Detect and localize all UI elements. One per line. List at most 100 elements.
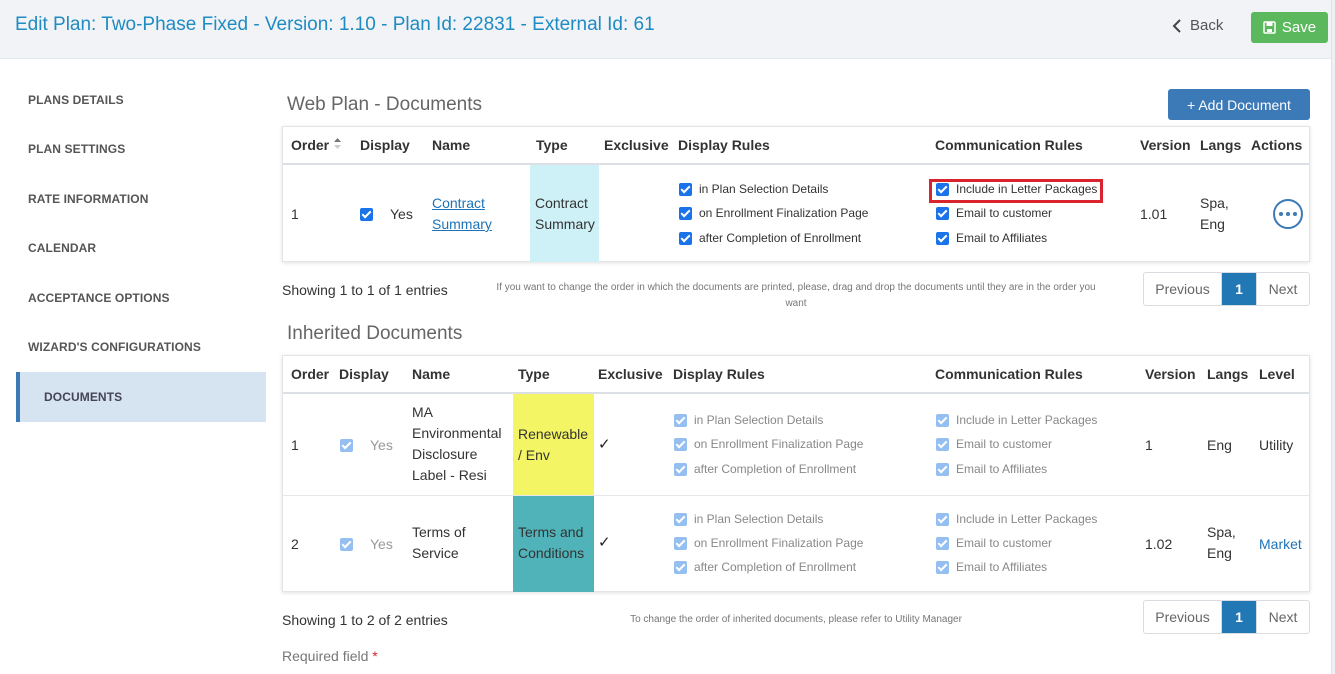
web-docs-table: Order Display Name Type Exclusive Displa… bbox=[282, 126, 1310, 262]
display-value: Yes bbox=[390, 206, 413, 222]
rule-checkbox[interactable] bbox=[936, 206, 949, 220]
divider bbox=[283, 163, 1309, 165]
sidebar-item-calendar[interactable]: CALENDAR bbox=[16, 224, 266, 274]
display-rule-enrollment-finalization[interactable]: on Enrollment Finalization Page bbox=[679, 206, 868, 220]
page-title: Edit Plan: Two-Phase Fixed - Version: 1.… bbox=[15, 14, 655, 35]
col-header-version: Version bbox=[1140, 137, 1191, 153]
sidebar-item-acceptance-options[interactable]: ACCEPTANCE OPTIONS bbox=[16, 273, 266, 323]
col-header-langs: Langs bbox=[1200, 137, 1242, 153]
divider bbox=[283, 495, 1309, 496]
rule-checkbox[interactable] bbox=[936, 231, 949, 245]
row-langs: Spa, Eng bbox=[1200, 193, 1229, 235]
save-button[interactable]: Save bbox=[1251, 12, 1328, 43]
display-rule-after-completion: after Completion of Enrollment bbox=[674, 560, 856, 574]
rule-checkbox bbox=[936, 512, 949, 526]
document-name-line: Contract bbox=[432, 195, 485, 211]
rule-checkbox bbox=[674, 560, 687, 574]
rule-label: Include in Letter Packages bbox=[956, 512, 1098, 526]
rule-label: in Plan Selection Details bbox=[699, 182, 829, 196]
document-name: MA Environmental Disclosure Label - Resi bbox=[412, 402, 502, 486]
comm-rule-email-affiliates[interactable]: Email to Affiliates bbox=[936, 231, 1047, 245]
sidebar-item-plans-details[interactable]: PLANS DETAILS bbox=[16, 75, 266, 125]
display-checkbox bbox=[340, 537, 353, 551]
row-level-link[interactable]: Market bbox=[1259, 536, 1302, 552]
sort-icon bbox=[334, 138, 342, 149]
col-header-communication-rules: Communication Rules bbox=[935, 366, 1083, 382]
langs-line: Spa, bbox=[1207, 524, 1236, 540]
rule-label: on Enrollment Finalization Page bbox=[694, 437, 864, 451]
display-rule-plan-selection[interactable]: in Plan Selection Details bbox=[679, 182, 828, 196]
add-document-button[interactable]: + Add Document bbox=[1168, 89, 1310, 120]
web-docs-title: Web Plan - Documents bbox=[287, 94, 483, 115]
ellipsis-icon bbox=[1293, 212, 1297, 216]
inherited-docs-pagination: Previous 1 Next bbox=[1143, 600, 1310, 634]
rule-label: Email to Affiliates bbox=[956, 231, 1048, 245]
display-rule-after-completion[interactable]: after Completion of Enrollment bbox=[679, 231, 861, 245]
type-line: / Env bbox=[518, 447, 550, 463]
row-order: 2 bbox=[291, 536, 299, 552]
comm-rule-email-affiliates: Email to Affiliates bbox=[936, 462, 1047, 476]
display-checkbox[interactable] bbox=[360, 207, 373, 221]
comm-rule-letter-packages[interactable]: Include in Letter Packages bbox=[936, 182, 1097, 196]
sidebar-item-wizards-configurations[interactable]: WIZARD'S CONFIGURATIONS bbox=[16, 323, 266, 373]
rule-label: Include in Letter Packages bbox=[956, 413, 1098, 427]
rule-checkbox[interactable] bbox=[936, 182, 949, 196]
document-name-link[interactable]: Contract Summary bbox=[432, 193, 492, 235]
col-header-actions: Actions bbox=[1251, 137, 1303, 153]
current-page-button[interactable]: 1 bbox=[1222, 601, 1256, 633]
comm-rule-email-affiliates: Email to Affiliates bbox=[936, 560, 1047, 574]
document-name-line: MA bbox=[412, 404, 433, 420]
web-docs-showing: Showing 1 to 1 of 1 entries bbox=[282, 282, 448, 298]
floppy-disk-icon bbox=[1263, 21, 1276, 34]
previous-page-button[interactable]: Previous bbox=[1144, 601, 1222, 633]
document-type: Renewable / Env bbox=[518, 424, 588, 466]
langs-line: Eng bbox=[1207, 545, 1232, 561]
scrollbar[interactable] bbox=[1331, 0, 1335, 674]
col-header-order[interactable]: Order bbox=[291, 137, 342, 153]
comm-rule-email-customer: Email to customer bbox=[936, 536, 1052, 550]
actions-menu-button[interactable] bbox=[1273, 199, 1303, 229]
col-header-display-rules: Display Rules bbox=[673, 366, 765, 382]
back-button[interactable]: Back bbox=[1172, 17, 1223, 34]
sidebar-item-label: PLAN SETTINGS bbox=[28, 142, 126, 157]
type-line: Terms and bbox=[518, 524, 584, 540]
comm-rule-email-customer[interactable]: Email to customer bbox=[936, 206, 1052, 220]
rule-checkbox[interactable] bbox=[679, 231, 692, 245]
row-langs: Spa, Eng bbox=[1207, 522, 1236, 564]
document-name-line: Label - Resi bbox=[412, 467, 487, 483]
col-header-display: Display bbox=[339, 366, 389, 382]
col-header-communication-rules: Communication Rules bbox=[935, 137, 1083, 153]
comm-rule-email-customer: Email to customer bbox=[936, 437, 1052, 451]
col-header-order: Order bbox=[291, 366, 330, 382]
sidebar-item-label: CALENDAR bbox=[28, 241, 97, 256]
next-page-button[interactable]: Next bbox=[1256, 273, 1309, 305]
rule-checkbox bbox=[936, 536, 949, 550]
rule-label: on Enrollment Finalization Page bbox=[694, 536, 864, 550]
inherited-docs-note: To change the order of inherited documen… bbox=[630, 614, 962, 625]
web-docs-note: If you want to change the order in which… bbox=[496, 282, 1096, 309]
next-page-button[interactable]: Next bbox=[1256, 601, 1309, 633]
rule-checkbox[interactable] bbox=[679, 182, 692, 196]
current-page-button[interactable]: 1 bbox=[1222, 273, 1256, 305]
rule-checkbox bbox=[936, 462, 949, 476]
col-header-langs: Langs bbox=[1207, 366, 1249, 382]
sidebar-item-rate-information[interactable]: RATE INFORMATION bbox=[16, 174, 266, 224]
document-type: Contract Summary bbox=[535, 193, 595, 235]
row-version: 1 bbox=[1145, 437, 1153, 453]
rule-label: Email to customer bbox=[956, 536, 1053, 550]
back-label: Back bbox=[1190, 17, 1224, 34]
row-level: Utility bbox=[1259, 437, 1294, 453]
type-line: Contract bbox=[535, 195, 588, 211]
required-star: * bbox=[372, 648, 378, 664]
display-value: Yes bbox=[370, 437, 393, 453]
rule-label: Include in Letter Packages bbox=[956, 182, 1098, 196]
rule-label: in Plan Selection Details bbox=[694, 413, 824, 427]
previous-page-button[interactable]: Previous bbox=[1144, 273, 1222, 305]
comm-rule-letter-packages: Include in Letter Packages bbox=[936, 413, 1097, 427]
sidebar-item-documents[interactable]: DOCUMENTS bbox=[16, 372, 266, 422]
display-rule-plan-selection: in Plan Selection Details bbox=[674, 413, 823, 427]
rule-checkbox[interactable] bbox=[679, 206, 692, 220]
sidebar-item-label: ACCEPTANCE OPTIONS bbox=[28, 290, 170, 305]
rule-checkbox bbox=[936, 413, 949, 427]
sidebar-item-plan-settings[interactable]: PLAN SETTINGS bbox=[16, 125, 266, 175]
